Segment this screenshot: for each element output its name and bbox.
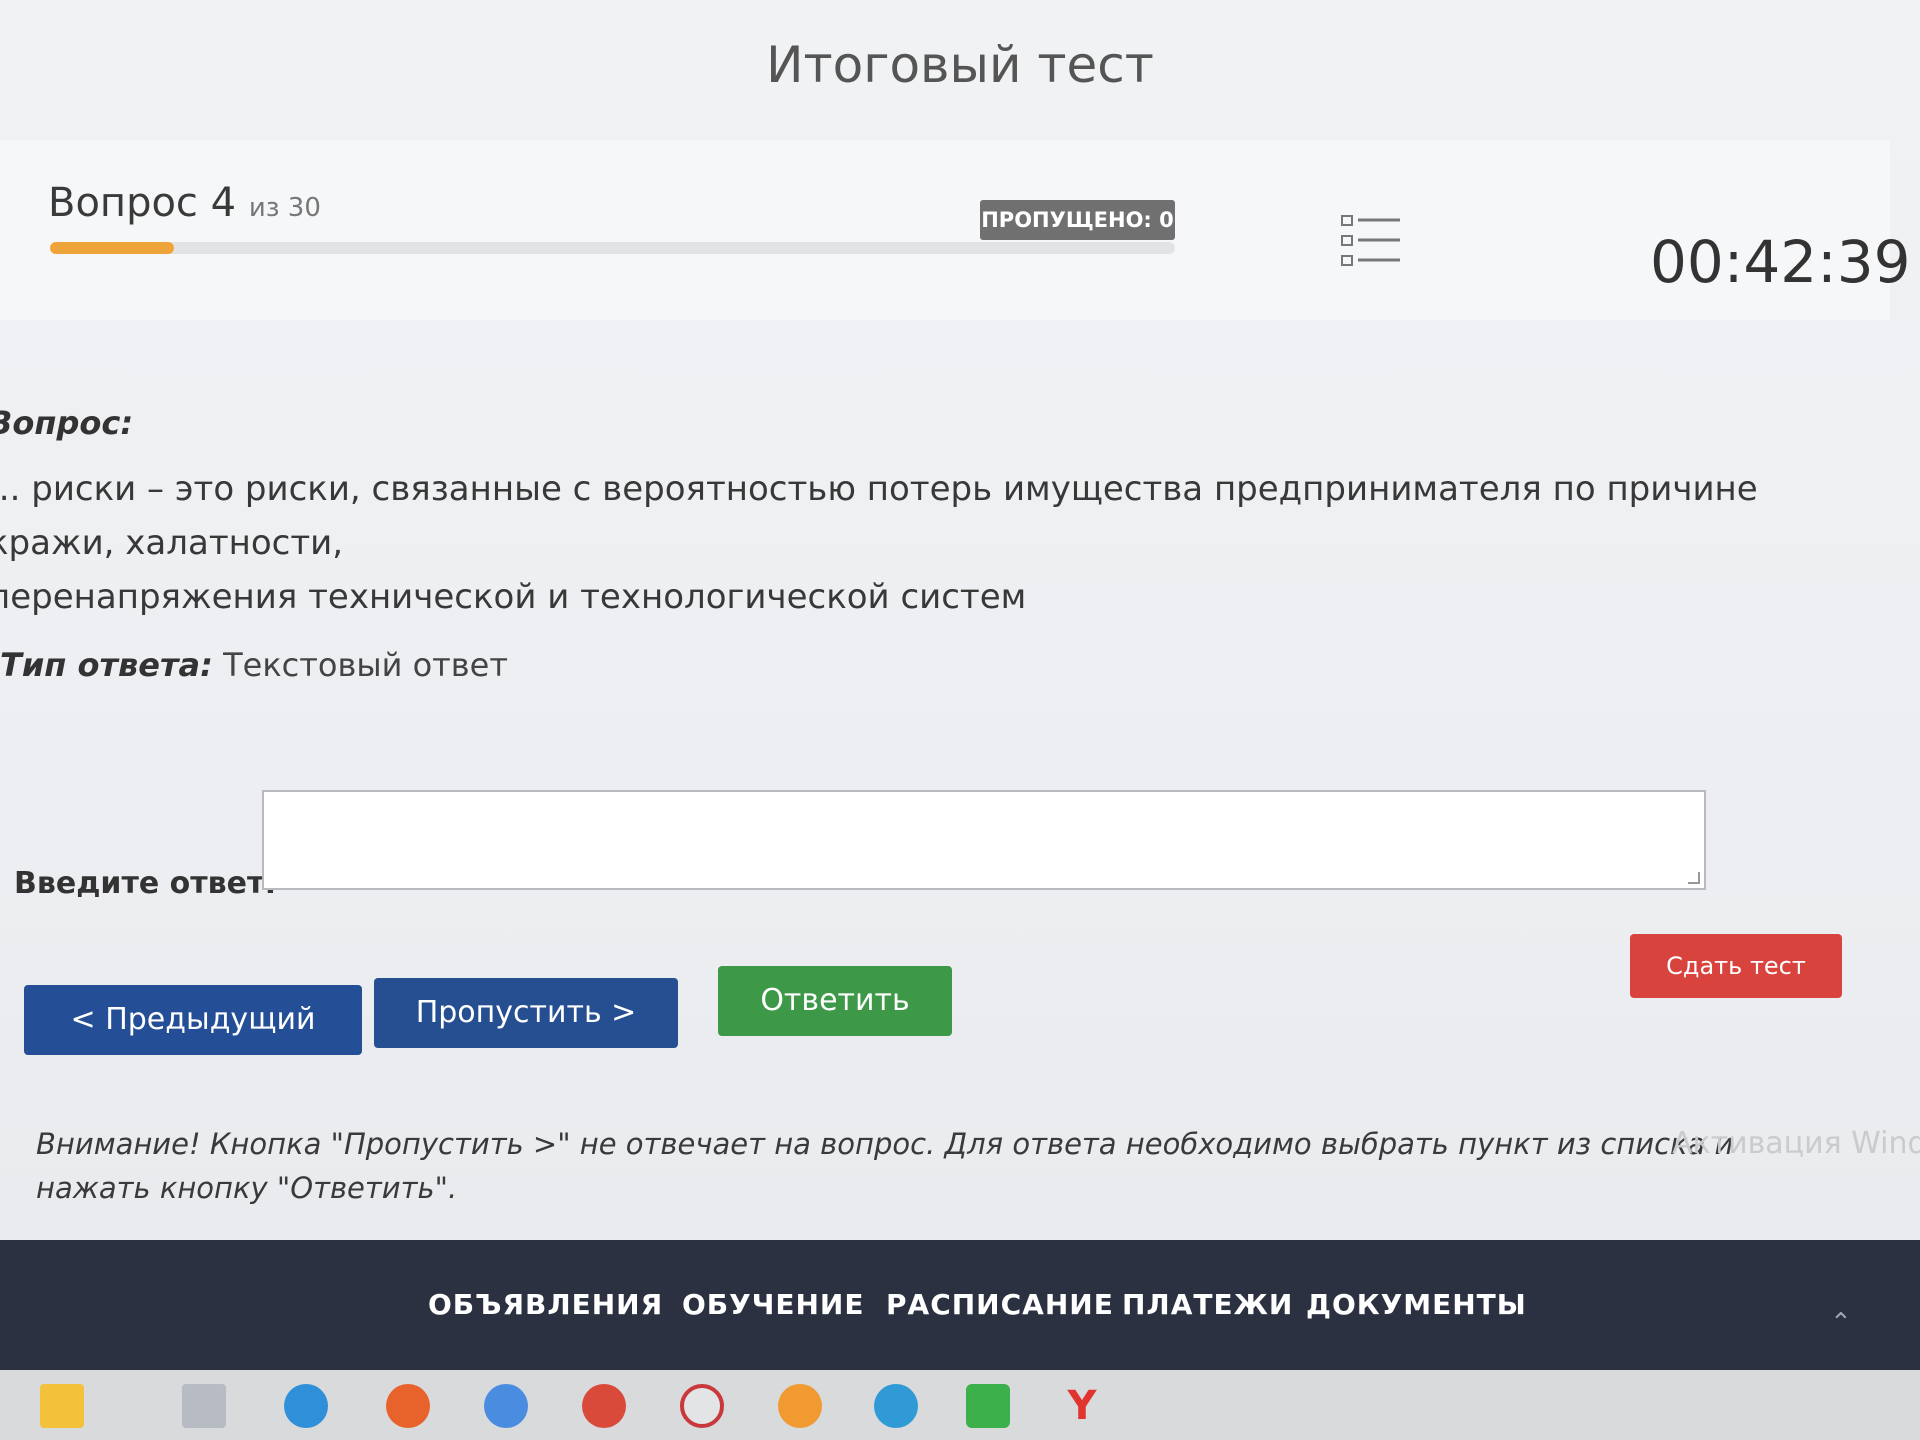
footer-nav: ОБЪЯВЛЕНИЯ ОБУЧЕНИЕ РАСПИСАНИЕ ПЛАТЕЖИ Д… — [0, 1240, 1920, 1370]
telegram-icon[interactable] — [874, 1384, 918, 1428]
test-page: Итоговый тест Вопрос 4 из 30 ПРОПУЩЕНО: … — [0, 0, 1920, 1440]
question-total: из 30 — [248, 193, 321, 223]
question-text-line: перенапряжения технической и технологиче… — [0, 577, 1027, 617]
skip-button[interactable]: Пропустить > — [374, 978, 678, 1048]
question-text: ... риски – это риски, связанные с вероя… — [0, 462, 1888, 624]
question-list-icon[interactable] — [1340, 212, 1404, 272]
footer-nav-documents[interactable]: ДОКУМЕНТЫ — [1306, 1288, 1527, 1321]
edge-icon[interactable] — [284, 1384, 328, 1428]
answer-button[interactable]: Ответить — [718, 966, 952, 1036]
progress-bar — [50, 242, 1175, 254]
file-explorer-icon[interactable] — [182, 1384, 226, 1428]
page-title: Итоговый тест — [766, 36, 1154, 94]
warning-notice: Внимание! Кнопка "Пропустить >" не отвеч… — [36, 1127, 1734, 1205]
question-number: Вопрос 4 — [48, 180, 237, 226]
question-counter: Вопрос 4 из 30 — [48, 180, 321, 226]
progress-fill — [50, 242, 174, 254]
taskbar: Y — [0, 1370, 1920, 1440]
skipped-badge: ПРОПУЩЕНО: 0 — [980, 200, 1175, 240]
countdown-timer: 00:42:39 — [1650, 228, 1911, 296]
list-icon — [1341, 215, 1400, 266]
whatsapp-icon[interactable] — [966, 1384, 1010, 1428]
footer-nav-payments[interactable]: ПЛАТЕЖИ — [1122, 1288, 1293, 1321]
footer-nav-schedule[interactable]: РАСПИСАНИЕ — [886, 1288, 1114, 1321]
answer-textarea[interactable] — [262, 790, 1706, 890]
footer-nav-learning[interactable]: ОБУЧЕНИЕ — [682, 1288, 864, 1321]
answer-type-value: Текстовый ответ — [223, 646, 508, 684]
question-text-line: ... риски – это риски, связанные с вероя… — [0, 469, 1758, 563]
opera-icon[interactable] — [680, 1384, 724, 1428]
answer-type-label: Тип ответа: — [0, 646, 213, 684]
answer-input-label: Введите ответ: — [14, 866, 277, 901]
chromium-icon[interactable] — [484, 1384, 528, 1428]
footer-nav-announcements[interactable]: ОБЪЯВЛЕНИЯ — [428, 1288, 663, 1321]
question-heading: Вопрос: — [0, 404, 134, 442]
yandex-icon[interactable]: Y — [1060, 1384, 1104, 1428]
answer-type: Тип ответа: Текстовый ответ — [0, 646, 508, 684]
firefox-icon[interactable] — [386, 1384, 430, 1428]
mail-icon[interactable] — [778, 1384, 822, 1428]
windows-activation-watermark: Активация Wind — [1672, 1126, 1920, 1161]
submit-test-button[interactable]: Сдать тест — [1630, 934, 1842, 998]
chrome-icon[interactable] — [582, 1384, 626, 1428]
start-icon[interactable] — [40, 1384, 84, 1428]
question-header — [0, 140, 1890, 320]
chevron-up-icon[interactable]: ⌃ — [1830, 1308, 1852, 1338]
previous-button[interactable]: < Предыдущий — [24, 985, 362, 1055]
